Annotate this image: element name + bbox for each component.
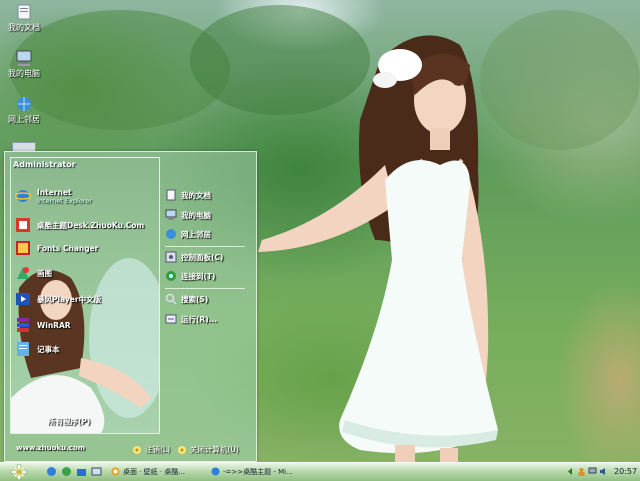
start-menu-item-notepad[interactable]: 记事本 [15, 339, 60, 359]
start-menu-user-name: Administrator [13, 160, 76, 169]
desktop-icon-my-documents[interactable]: 我的文档 [4, 4, 44, 33]
start-menu-item-paint[interactable]: 画图 [15, 263, 52, 283]
tray-network-icon[interactable] [588, 467, 597, 476]
start-menu-separator [165, 246, 245, 247]
taskbar-task-ie-window[interactable]: -=>>桌酷主题 - Mi... [208, 465, 304, 478]
tray-volume-icon[interactable] [599, 467, 608, 476]
start-menu-separator [165, 288, 245, 289]
all-programs-button[interactable]: 所有程序(P) [48, 416, 90, 427]
zhuoku-theme-icon [16, 218, 30, 232]
start-button[interactable] [10, 464, 28, 480]
shutdown-button[interactable]: 关闭计算机(U) [177, 444, 239, 455]
fonts-changer-icon [16, 241, 30, 255]
start-menu: Administrator Internet Internet Explorer… [4, 151, 257, 462]
start-menu-item-label: 记事本 [37, 344, 60, 354]
start-menu-item-media-player[interactable]: 暴风Player中文版 [15, 289, 101, 309]
start-menu-item-sublabel: Internet Explorer [37, 196, 92, 205]
browser-icon [111, 467, 120, 476]
start-menu-right-search[interactable]: 搜索(S) [165, 291, 208, 307]
connect-to-icon [166, 271, 176, 281]
taskbar: 桌面 · 壁纸 · 桌酷... -=>>桌酷主题 - Mi... 20:57 [0, 462, 640, 481]
network-places-icon [166, 229, 176, 239]
taskbar-task-browser[interactable]: 桌面 · 壁纸 · 桌酷... [108, 465, 204, 478]
start-menu-item-label: 桌酷主题Desk.ZhuoKu.Com [37, 220, 145, 230]
start-menu-item-winrar[interactable]: WinRAR [15, 315, 71, 335]
start-menu-right-label: 我的电脑 [181, 210, 211, 220]
shutdown-label: 关闭计算机(U) [190, 445, 239, 454]
control-panel-icon [165, 251, 177, 263]
desktop-icon-label: 我的文档 [8, 23, 40, 32]
start-menu-right-connect-to[interactable]: 连接到(T) [165, 268, 215, 284]
start-menu-right-label: 运行(R)... [181, 314, 218, 324]
ie-window-icon [211, 467, 220, 476]
desktop-icon-network-places[interactable]: 网上邻居 [4, 96, 44, 125]
start-menu-item-label: Fonts Changer [37, 243, 99, 253]
winrar-icon [17, 318, 29, 332]
desktop-icon-label: 网上邻居 [8, 115, 40, 124]
desktop-icon-label: 我的电脑 [8, 69, 40, 78]
flower-icon [133, 445, 141, 454]
quick-launch-ie-icon[interactable] [46, 466, 57, 477]
start-menu-item-fonts-changer[interactable]: Fonts Changer [15, 238, 98, 258]
quick-launch-globe-icon[interactable] [61, 466, 72, 477]
tray-arrow-icon[interactable] [566, 467, 575, 476]
search-icon [165, 293, 177, 305]
tray-user-icon[interactable] [577, 467, 586, 476]
start-menu-item-label: WinRAR [37, 320, 71, 330]
paint-icon [17, 267, 29, 279]
start-menu-website: www.zhuoku.com [16, 444, 86, 452]
start-menu-item-internet[interactable]: Internet Internet Explorer [15, 186, 92, 206]
start-menu-item-label: Internet [37, 187, 72, 197]
start-menu-right-my-documents[interactable]: 我的文档 [165, 187, 211, 203]
media-player-icon [16, 293, 30, 305]
start-menu-right-my-computer[interactable]: 我的电脑 [165, 207, 211, 223]
quick-launch-folder-icon[interactable] [76, 466, 87, 477]
start-menu-right-label: 控制面板(C) [181, 252, 224, 262]
my-computer-icon [165, 209, 177, 220]
flower-icon [178, 445, 186, 454]
quick-launch-desktop-icon[interactable] [91, 466, 102, 477]
logoff-button[interactable]: 注销(L) [132, 444, 170, 455]
taskbar-task-label: 桌面 · 壁纸 · 桌酷... [123, 467, 186, 476]
start-menu-item-label: 画图 [37, 268, 52, 278]
start-menu-right-network-places[interactable]: 网上邻居 [165, 226, 211, 242]
my-computer-icon [16, 50, 32, 66]
start-menu-right-label: 我的文档 [181, 190, 211, 200]
run-icon [165, 314, 177, 324]
start-menu-item-zhuoku-theme[interactable]: 桌酷主题Desk.ZhuoKu.Com [15, 215, 144, 235]
start-menu-item-label: 暴风Player中文版 [37, 294, 102, 304]
notepad-icon [17, 342, 29, 356]
start-menu-right-label: 连接到(T) [181, 271, 216, 281]
start-menu-right-run[interactable]: 运行(R)... [165, 311, 217, 327]
taskbar-clock[interactable]: 20:57 [614, 467, 637, 476]
my-documents-icon [17, 4, 31, 20]
start-menu-right-label: 网上邻居 [181, 229, 211, 239]
network-places-icon [17, 97, 31, 111]
start-menu-right-label: 搜索(S) [181, 294, 209, 304]
logoff-label: 注销(L) [145, 445, 171, 454]
start-menu-right-control-panel[interactable]: 控制面板(C) [165, 249, 223, 265]
desktop-icon-my-computer[interactable]: 我的电脑 [4, 50, 44, 79]
taskbar-task-label: -=>>桌酷主题 - Mi... [223, 467, 293, 476]
my-documents-icon [166, 189, 176, 201]
internet-explorer-icon [15, 190, 31, 202]
